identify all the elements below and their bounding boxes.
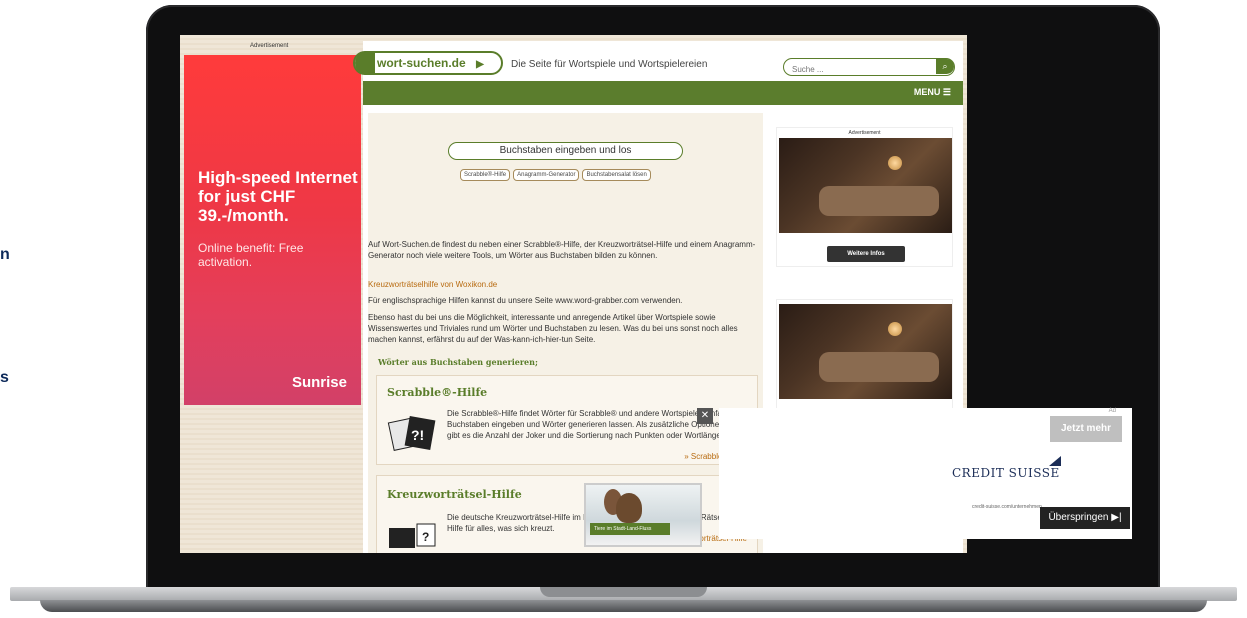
ad-brand: Sunrise: [291, 374, 347, 391]
intro-text: Auf Wort-Suchen.de findest du neben eine…: [368, 240, 756, 260]
menu-label: MENU: [913, 87, 941, 97]
left-advertisement[interactable]: × High-speed Internet for just CHF 39.-/…: [184, 55, 369, 405]
credit-suisse-logo: CREDIT SUISSE: [952, 466, 1060, 480]
skip-button[interactable]: Überspringen ▶|: [1040, 507, 1130, 529]
tool-pills: Scrabble®-Hilfe Anagramm-Generator Buchs…: [460, 169, 651, 181]
pill-anagramm[interactable]: Anagramm-Generator: [513, 169, 580, 181]
sail-icon: [1049, 456, 1061, 466]
weitere-infos-button[interactable]: Weitere Infos: [827, 246, 905, 262]
menu-button[interactable]: MENU ☰: [914, 87, 951, 98]
video-thumbnail[interactable]: [779, 138, 952, 233]
site-logo[interactable]: wort-suchen.de ▶: [353, 51, 503, 75]
site-tagline: Die Seite für Wortspiele und Wortspieler…: [511, 59, 708, 70]
sofa-graphic: [819, 352, 939, 382]
crossword-icon: ?: [387, 522, 437, 553]
lamp-graphic: [888, 322, 902, 336]
logo-accent: [355, 51, 375, 75]
ad-url: credit-suisse.com/unternehmen: [972, 504, 1042, 510]
search-icon[interactable]: ⌕: [936, 59, 954, 74]
woxikon-link[interactable]: Kreuzworträtselhilfe von Woxikon.de: [368, 279, 758, 290]
video-overlay-ad[interactable]: ✕ Ad Jetzt mehr CREDIT SUISSE credit-sui…: [697, 408, 1132, 539]
nav-bar: MENU ☰: [363, 81, 963, 105]
scrabble-tiles-icon: ?!: [387, 410, 437, 460]
left-ad-label: Advertisement: [250, 43, 289, 49]
edge-text-a: n: [0, 246, 10, 263]
ebenso-text: Ebenso hast du bei uns die Möglichkeit, …: [368, 313, 738, 344]
close-icon[interactable]: ✕: [697, 408, 713, 424]
main-content: Buchstaben eingeben und los Scrabble®-Hi…: [368, 113, 763, 553]
laptop-mockup: n s Advertisement × High-speed Internet …: [0, 0, 1247, 618]
section-title: Wörter aus Buchstaben generieren;: [378, 357, 538, 367]
right-ad-1[interactable]: Advertisement Weitere Infos: [776, 127, 953, 267]
pill-scrabble[interactable]: Scrabble®-Hilfe: [460, 169, 511, 181]
squirrel-body: [616, 493, 642, 523]
search-box[interactable]: ⌕: [783, 58, 955, 77]
ad-headline: High-speed Internet for just CHF 39.-/mo…: [198, 168, 358, 225]
hamburger-icon: ☰: [942, 87, 951, 97]
svg-text:?!: ?!: [411, 427, 424, 443]
jetzt-mehr-button[interactable]: Jetzt mehr: [1050, 416, 1122, 442]
teaser-caption: Tiere im Stadt-Land-Fluss: [590, 523, 670, 535]
card-title[interactable]: Kreuzworträtsel-Hilfe: [387, 488, 522, 501]
lamp-graphic: [888, 156, 902, 170]
play-icon: ▶: [476, 59, 484, 70]
pill-buchstabensalat[interactable]: Buchstabensalat lösen: [582, 169, 651, 181]
edge-text-b: s: [0, 369, 9, 386]
base-bottom: [40, 600, 1207, 612]
svg-text:?: ?: [422, 530, 429, 544]
letters-input[interactable]: Buchstaben eingeben und los: [448, 142, 683, 160]
base-notch: [540, 587, 707, 597]
ad-subtext: Online benefit: Free activation.: [198, 241, 304, 269]
card-title[interactable]: Scrabble®-Hilfe: [387, 386, 487, 399]
logo-text: wort-suchen.de: [377, 56, 466, 70]
search-input[interactable]: [792, 62, 932, 77]
card-desc: Die Scrabble®-Hilfe findet Wörter für Sc…: [447, 409, 731, 440]
squirrel-teaser[interactable]: Tiere im Stadt-Land-Fluss: [584, 483, 702, 547]
english-text: Für englischsprachige Hilfen kannst du u…: [368, 296, 683, 305]
sofa-graphic: [819, 186, 939, 216]
ad-badge: Ad: [1108, 408, 1116, 414]
right-ad-label: Advertisement: [848, 130, 881, 136]
site-header: wort-suchen.de ▶ Die Seite für Wortspiel…: [353, 41, 963, 81]
laptop-base: [0, 585, 1247, 618]
video-thumbnail[interactable]: [779, 304, 952, 399]
